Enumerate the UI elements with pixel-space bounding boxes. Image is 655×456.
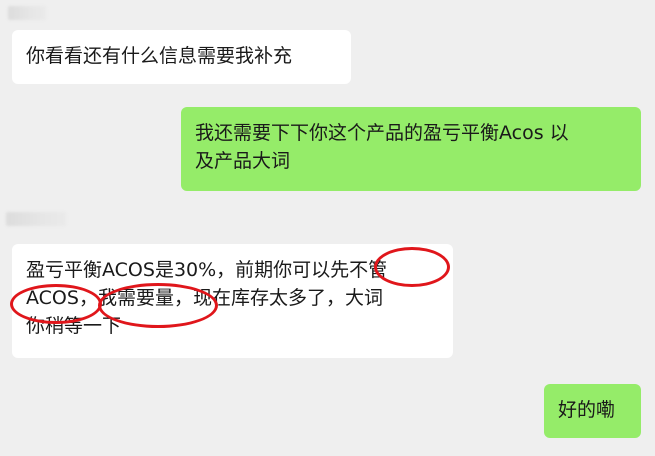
message-text-line: 盈亏平衡ACOS是30%，前期你可以先不管 [26,259,388,281]
message-bubble-outgoing[interactable]: 我还需要下下你这个产品的盈亏平衡Acos 以 及产品大词 [181,107,641,191]
message-text-line: 及产品大词 [195,150,291,172]
message-text: 你看看还有什么信息需要我补充 [26,45,293,67]
sender-name-blurred [8,6,46,20]
message-text-line: 我还需要下下你这个产品的盈亏平衡Acos 以 [195,122,569,144]
message-text: 好的嘞 [558,399,616,421]
message-bubble-outgoing[interactable]: 好的嘞 [544,384,641,438]
message-bubble-incoming[interactable]: 你看看还有什么信息需要我补充 [12,30,351,84]
message-bubble-incoming[interactable]: 盈亏平衡ACOS是30%，前期你可以先不管 ACOS，我需要量，现在库存太多了，… [12,244,453,358]
message-text-line: 你稍等一下 [26,315,122,337]
sender-name-blurred [6,212,66,226]
message-text-line: ACOS，我需要量，现在库存太多了，大词 [26,287,383,309]
